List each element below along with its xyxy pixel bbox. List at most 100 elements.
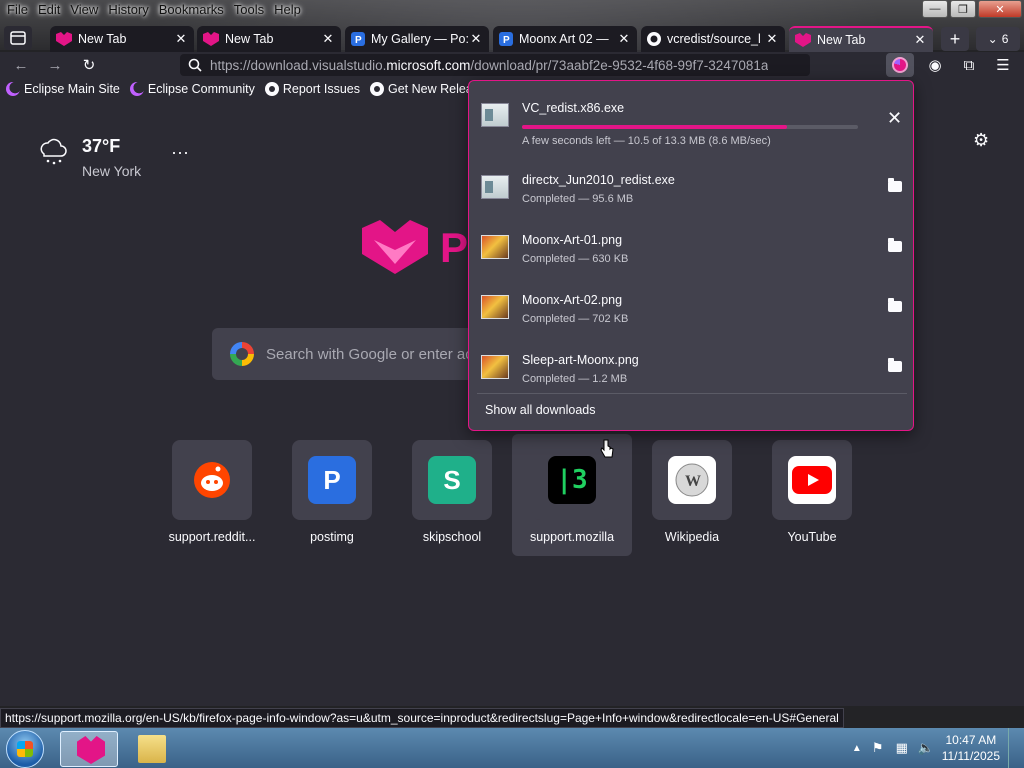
top-site-label: support.mozilla [529, 530, 615, 544]
download-progress-fill [522, 125, 788, 129]
snow-cloud-icon [40, 138, 67, 165]
cancel-download-button[interactable]: ✕ [887, 109, 902, 127]
firefox-view-icon [10, 31, 26, 45]
top-site-wikipedia[interactable]: W Wikipedia [632, 440, 752, 544]
open-folder-icon[interactable] [888, 178, 902, 192]
clock-date: 11/11/2025 [941, 749, 1000, 763]
menu-history[interactable]: History [103, 0, 153, 20]
top-site-label: YouTube [787, 530, 837, 544]
top-site-skipschool[interactable]: S skipschool [392, 440, 512, 544]
tab-title: Moonx Art 02 — [519, 32, 609, 46]
download-item-directx[interactable]: directx_Jun2010_redist.exe Completed — 9… [479, 163, 905, 219]
tab-new-tab-active[interactable]: New Tab ✕ [789, 26, 933, 52]
personalize-button[interactable]: ⚙ [973, 130, 989, 151]
menu-view[interactable]: View [65, 0, 103, 20]
clock-time: 10:47 AM [945, 733, 997, 747]
bookmark-label: Eclipse Main Site [24, 82, 120, 96]
reload-button[interactable]: ↻ [78, 55, 100, 75]
tab-new-tab-1[interactable]: New Tab ✕ [50, 26, 194, 52]
tab-moonx-art[interactable]: P Moonx Art 02 — ✕ [493, 26, 637, 52]
image-file-icon [481, 355, 509, 379]
tab-vcredist[interactable]: vcredist/source_l ✕ [641, 26, 785, 52]
gear-icon: ⚙ [973, 130, 990, 150]
list-all-tabs-button[interactable]: ⌄ 6 [976, 27, 1020, 51]
menu-file[interactable]: File [2, 0, 33, 20]
menu-bar: File Edit View History Bookmarks Tools H… [0, 0, 320, 20]
tab-close-icon[interactable]: ✕ [321, 31, 335, 47]
show-desktop-button[interactable] [1008, 728, 1018, 768]
tab-title: New Tab [817, 33, 866, 47]
download-item-vc-redist[interactable]: VC_redist.x86.exe A few seconds left — 1… [479, 91, 905, 147]
github-icon [647, 32, 661, 46]
weather-more-button[interactable]: ··· [171, 142, 189, 163]
firefox-view-button[interactable] [4, 26, 32, 50]
action-center-icon[interactable]: ⚑ [870, 740, 886, 756]
postimg-icon: P [499, 32, 513, 46]
exe-file-icon [481, 103, 509, 127]
bookmark-report-issues[interactable]: Report Issues [264, 82, 360, 96]
tab-close-icon[interactable]: ✕ [765, 31, 779, 47]
top-site-support-mozilla[interactable]: |3 support.mozilla [512, 434, 632, 556]
search-placeholder: Search with Google or enter ac [266, 345, 473, 363]
back-button[interactable]: ← [10, 55, 32, 75]
hand-cursor-icon [600, 439, 614, 458]
menu-bookmarks[interactable]: Bookmarks [154, 0, 229, 20]
youtube-icon [788, 456, 836, 504]
tab-close-icon[interactable]: ✕ [913, 32, 927, 48]
reddit-icon [194, 462, 230, 498]
svg-text:P: P [503, 35, 510, 46]
svg-text:P: P [355, 35, 362, 46]
top-site-tile [172, 440, 252, 520]
volume-muted-icon[interactable]: 🔈 [918, 740, 934, 756]
open-folder-icon[interactable] [888, 238, 902, 252]
window-controls: — ❐ ✕ [922, 0, 1022, 18]
minimize-button[interactable]: — [922, 0, 948, 18]
tab-new-tab-2[interactable]: New Tab ✕ [197, 26, 341, 52]
download-item-moonx-art-02[interactable]: Moonx-Art-02.png Completed — 702 KB [479, 283, 905, 339]
close-window-button[interactable]: ✕ [978, 0, 1022, 18]
show-all-downloads-link[interactable]: Show all downloads [485, 403, 596, 417]
account-button[interactable]: ◉ [924, 55, 946, 75]
top-site-postimg[interactable]: P postimg [272, 440, 392, 544]
tab-title: My Gallery — Po: [371, 32, 469, 46]
tab-close-icon[interactable]: ✕ [174, 31, 188, 47]
taskbar-file-explorer[interactable] [122, 731, 180, 767]
eclipse-icon [6, 82, 20, 96]
download-filename: Sleep-art-Moonx.png [522, 353, 639, 367]
tab-close-icon[interactable]: ✕ [617, 31, 631, 47]
extensions-button[interactable]: ⧉ [958, 55, 980, 75]
download-progress-icon [892, 57, 908, 73]
network-icon[interactable]: ▦ [894, 740, 910, 756]
menu-tools[interactable]: Tools [229, 0, 269, 20]
top-site-reddit[interactable]: support.reddit... [152, 440, 272, 544]
menu-help[interactable]: Help [269, 0, 306, 20]
downloads-button[interactable] [886, 53, 914, 77]
download-item-sleep-art[interactable]: Sleep-art-Moonx.png Completed — 1.2 MB [479, 343, 905, 399]
open-folder-icon[interactable] [888, 298, 902, 312]
top-site-tile: S [412, 440, 492, 520]
forward-button[interactable]: → [44, 55, 66, 75]
taskbar-browser[interactable] [60, 731, 118, 767]
bookmark-eclipse-community[interactable]: Eclipse Community [129, 82, 255, 96]
clock[interactable]: 10:47 AM 11/11/2025 [942, 732, 1000, 764]
divider [477, 393, 907, 394]
app-menu-button[interactable]: ☰ [992, 55, 1014, 75]
open-folder-icon[interactable] [888, 358, 902, 372]
download-item-moonx-art-01[interactable]: Moonx-Art-01.png Completed — 630 KB [479, 223, 905, 279]
bookmark-label: Eclipse Community [147, 82, 255, 96]
top-site-tile [772, 440, 852, 520]
bookmark-eclipse-main-site[interactable]: Eclipse Main Site [6, 82, 120, 96]
maximize-button[interactable]: ❐ [950, 0, 976, 18]
weather-widget[interactable]: 37°F New York ··· [38, 136, 189, 179]
tab-close-icon[interactable]: ✕ [469, 31, 483, 47]
hamburger-icon: ☰ [996, 57, 1010, 74]
top-site-youtube[interactable]: YouTube [752, 440, 872, 544]
show-hidden-icons-button[interactable]: ▲ [852, 743, 862, 754]
tab-my-gallery[interactable]: P My Gallery — Po: ✕ [345, 26, 489, 52]
navigation-toolbar: ← → ↻ https://download.visualstudio.micr… [0, 52, 1024, 78]
new-tab-button[interactable]: + [941, 27, 969, 51]
download-status: Completed — 630 KB [522, 253, 629, 265]
menu-edit[interactable]: Edit [33, 0, 65, 20]
start-button[interactable] [6, 730, 44, 768]
url-bar[interactable]: https://download.visualstudio.microsoft.… [180, 54, 810, 76]
